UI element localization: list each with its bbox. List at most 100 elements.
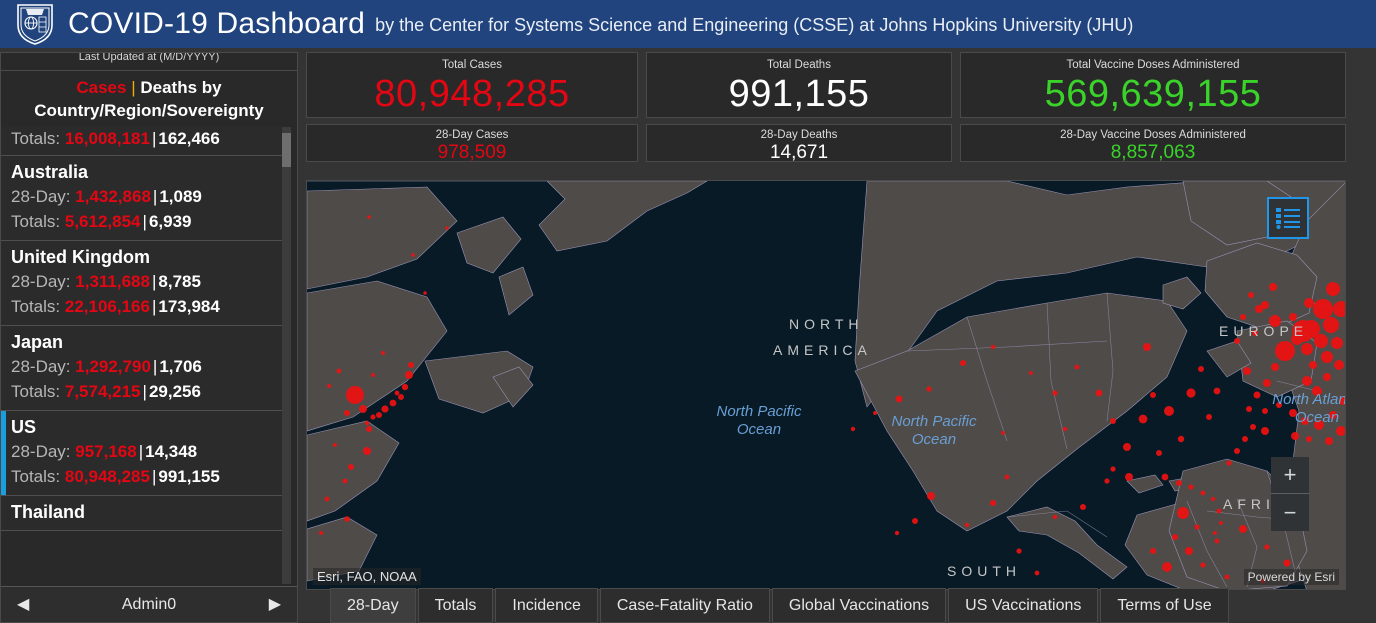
label-totals: Totals: [11, 129, 61, 148]
country-row[interactable]: Japan 28-Day: 1,292,790 | 1,706 Totals: 7,57… [1, 326, 285, 411]
country-total-deaths: 29,256 [148, 382, 201, 401]
country-list-title: Cases | Deaths by Country/Region/Soverei… [1, 71, 297, 127]
total-deaths-label: Total Deaths [767, 59, 831, 71]
country-totals-line: Totals: 5,612,854 | 6,939 [11, 209, 277, 234]
zoom-out-button[interactable]: − [1271, 494, 1309, 531]
value-separator: | [142, 212, 147, 231]
country-total-deaths: 6,939 [148, 212, 192, 231]
total-vaccine-label: Total Vaccine Doses Administered [1066, 59, 1240, 71]
stat-card-28day-cases: 28-Day Cases 978,509 [306, 124, 638, 163]
tab-totals[interactable]: Totals [417, 588, 494, 623]
country-28day-cases: 1,292,790 [75, 357, 151, 376]
country-row[interactable]: United Kingdom 28-Day: 1,311,688 | 8,785 Tot… [1, 241, 285, 326]
country-28day-line: 28-Day: 1,292,790 | 1,706 [11, 354, 277, 379]
country-total-cases: 7,574,215 [64, 382, 141, 401]
tab-28-day[interactable]: 28-Day [330, 588, 416, 623]
map-canvas[interactable] [307, 181, 1346, 590]
country-name: United Kingdom [11, 247, 150, 267]
admin-level-label: Admin0 [121, 595, 177, 613]
jhu-shield-logo-icon [17, 4, 53, 45]
country-28day-deaths: 14,348 [145, 442, 198, 461]
country-total-cases: 22,106,166 [64, 297, 150, 316]
tab-terms-of-use[interactable]: Terms of Use [1100, 588, 1229, 623]
map-powered-by: Powered by Esri [1243, 569, 1339, 585]
total-cases-label: Total Cases [441, 59, 503, 71]
day28-vaccine-value: 8,857,063 [1110, 142, 1196, 163]
value-separator: | [138, 442, 144, 461]
total-cases-value: 80,948,285 [374, 73, 570, 115]
day28-cases-label: 28-Day Cases [435, 129, 509, 141]
country-list[interactable]: 28-Day: 1,781,559|3,828Totals: 16,008,18… [1, 127, 285, 584]
country-totals-line: Totals: 7,574,215 | 29,256 [11, 379, 277, 404]
country-totals-line: Totals: 16,008,181 | 162,466 [11, 127, 277, 151]
page-title: COVID-19 Dashboard [68, 7, 366, 40]
country-total-cases: 16,008,181 [64, 129, 150, 148]
title-deaths-word: Deaths by [140, 78, 222, 97]
country-28day-line: 28-Day: 957,168 | 14,348 [11, 439, 277, 464]
day28-deaths-label: 28-Day Deaths [760, 129, 838, 141]
label-totals: Totals: [11, 467, 61, 486]
tab-us-vaccinations[interactable]: US Vaccinations [948, 588, 1099, 623]
country-name: US [11, 417, 37, 437]
map-zoom-controls[interactable]: + − [1271, 457, 1309, 531]
legend-toggle-button[interactable] [1267, 197, 1309, 239]
country-row[interactable]: 28-Day: 1,781,559|3,828Totals: 16,008,18… [1, 127, 285, 156]
app-header: COVID-19 Dashboard by the Center for Sys… [0, 0, 1376, 48]
country-totals-line: Totals: 22,106,166 | 173,984 [11, 294, 277, 319]
label-totals: Totals: [11, 297, 61, 316]
country-name: Thailand [11, 502, 86, 522]
country-totals-line: Totals: 80,948,285 | 991,155 [11, 464, 277, 489]
total-vaccine-value: 569,639,155 [1044, 73, 1262, 115]
total-deaths-value: 991,155 [728, 73, 870, 115]
country-28day-deaths: 1,089 [159, 187, 202, 206]
day28-deaths-value: 14,671 [769, 142, 829, 163]
last-updated-label: Last Updated at (M/D/YYYY) [78, 52, 220, 63]
tab-case-fatality-ratio[interactable]: Case-Fatality Ratio [599, 588, 770, 623]
bottom-tab-bar[interactable]: 28-Day Totals Incidence Case-Fatality Ratio… [330, 588, 1231, 623]
country-total-deaths: 173,984 [158, 297, 220, 316]
country-28day-deaths: 1,706 [159, 357, 202, 376]
country-28day-cases: 1,311,688 [75, 272, 150, 291]
country-28day-deaths: 8,785 [158, 272, 201, 291]
admin-level-nav[interactable]: ◀ Admin0 ▶ [1, 586, 297, 622]
label-28day: 28-Day: [11, 187, 71, 206]
country-total-deaths: 162,466 [158, 129, 220, 148]
stat-card-28day-vaccine: 28-Day Vaccine Doses Administered 8,857,… [960, 124, 1346, 163]
tab-global-vaccinations[interactable]: Global Vaccinations [771, 588, 947, 623]
country-total-deaths: 991,155 [158, 467, 220, 486]
title-cases-word: Cases [76, 78, 127, 97]
title-line-2: Country/Region/Sovereignty [34, 101, 264, 120]
country-28day-cases: 957,168 [75, 442, 137, 461]
country-28day-line: 28-Day: 1,311,688 | 8,785 [11, 269, 277, 294]
world-map[interactable]: North Pacific Ocean North Pacific Ocean No… [306, 180, 1346, 590]
day28-vaccine-label: 28-Day Vaccine Doses Administered [1060, 129, 1246, 141]
stat-card-total-deaths: Total Deaths 991,155 [646, 52, 952, 118]
label-totals: Totals: [11, 382, 61, 401]
admin-next-icon[interactable]: ▶ [269, 596, 281, 613]
map-attribution: Esri, FAO, NOAA [313, 568, 421, 585]
label-28day: 28-Day: [11, 272, 71, 291]
dashboard-root: COVID-19 Dashboard by the Center for Sys… [0, 0, 1376, 623]
day28-cases-value: 978,509 [437, 142, 507, 163]
value-separator: | [142, 382, 147, 401]
country-name: Japan [11, 332, 64, 352]
tab-incidence[interactable]: Incidence [495, 588, 598, 623]
label-totals: Totals: [11, 212, 61, 231]
country-name: Australia [11, 162, 89, 182]
stat-card-28day-deaths: 28-Day Deaths 14,671 [646, 124, 952, 163]
country-row[interactable]: Thailand [1, 496, 285, 531]
country-row[interactable]: US 28-Day: 957,168 | 14,348 Totals: 80,948,2… [1, 411, 285, 496]
admin-prev-icon[interactable]: ◀ [17, 596, 29, 613]
country-28day-cases: 1,432,868 [75, 187, 151, 206]
country-row[interactable]: Australia 28-Day: 1,432,868 | 1,089 Totals: … [1, 156, 285, 241]
page-subtitle: by the Center for Systems Science and En… [375, 14, 1134, 35]
label-28day: 28-Day: [11, 442, 71, 461]
country-total-cases: 80,948,285 [64, 467, 150, 486]
scrollbar-thumb[interactable] [282, 133, 291, 167]
label-28day: 28-Day: [11, 357, 71, 376]
title-separator: | [131, 78, 136, 97]
zoom-in-button[interactable]: + [1271, 457, 1309, 494]
country-list-panel: Cases | Deaths by Country/Region/Soverei… [0, 70, 298, 623]
country-list-scrollbar[interactable] [282, 127, 291, 584]
legend-list-icon [1276, 208, 1300, 229]
